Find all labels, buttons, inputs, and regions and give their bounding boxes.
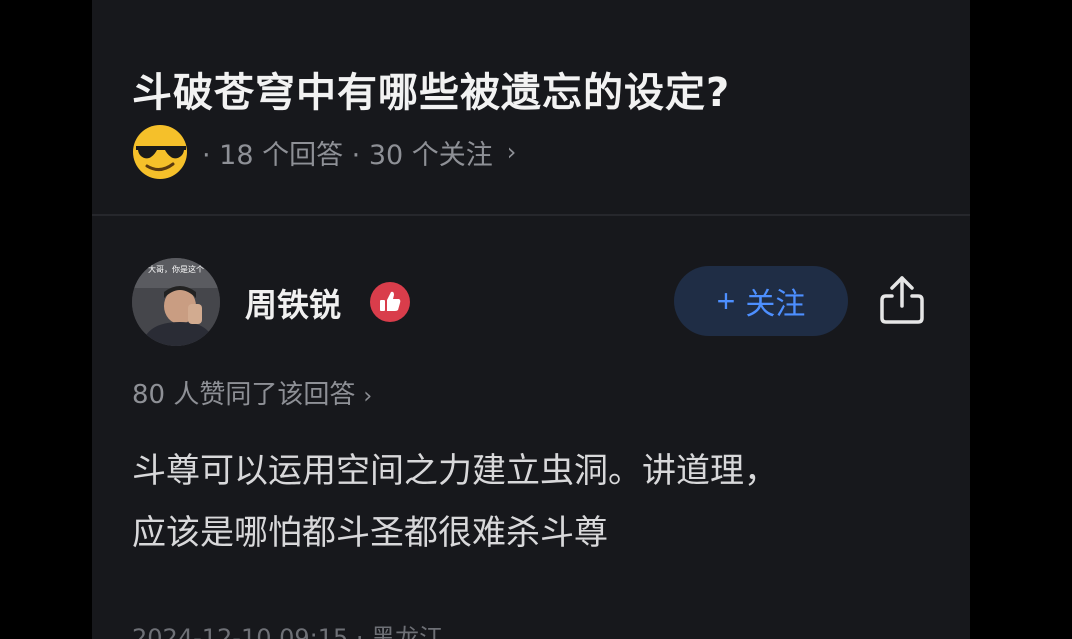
chevron-right-icon: › <box>363 384 373 409</box>
sunglasses-emoji-icon <box>133 125 187 179</box>
app-screen: 斗破苍穹中有哪些被遗忘的设定? · 18 个回答 · 30 个关注 › 大哥，你… <box>92 0 970 639</box>
likes-text: 80 人赞同了该回答 <box>132 380 356 410</box>
author-avatar[interactable]: 大哥，你是这个 <box>132 258 220 346</box>
follow-button[interactable]: + 关注 <box>674 266 848 336</box>
left-letterbox <box>0 0 92 639</box>
follow-label: 关注 <box>745 288 806 321</box>
question-stats: · 18 个回答 · 30 个关注 <box>202 139 493 171</box>
share-icon[interactable] <box>878 274 926 326</box>
avatar-caption: 大哥，你是这个 <box>148 265 204 274</box>
likes-summary[interactable]: 80 人赞同了该回答 › <box>132 374 372 411</box>
plus-icon: + <box>716 283 736 319</box>
answer-content[interactable]: 斗尊可以运用空间之力建立虫洞。讲道理， 应该是哪怕都斗圣都很难杀斗尊 <box>132 440 932 564</box>
right-letterbox <box>970 0 1072 639</box>
section-divider <box>92 214 970 216</box>
answer-line: 应该是哪怕都斗圣都很难杀斗尊 <box>132 513 608 553</box>
thumbs-up-icon <box>380 291 401 311</box>
question-meta[interactable]: · 18 个回答 · 30 个关注 › <box>130 124 516 180</box>
answer-timestamp-location: 2024-12-10 09:15 · 黑龙江 <box>132 624 444 639</box>
chevron-right-icon: › <box>506 138 517 166</box>
author-name[interactable]: 周铁锐 <box>245 280 341 326</box>
question-title[interactable]: 斗破苍穹中有哪些被遗忘的设定? <box>132 60 730 118</box>
author-badge <box>370 282 410 322</box>
answer-line: 斗尊可以运用空间之力建立虫洞。讲道理， <box>132 451 778 491</box>
